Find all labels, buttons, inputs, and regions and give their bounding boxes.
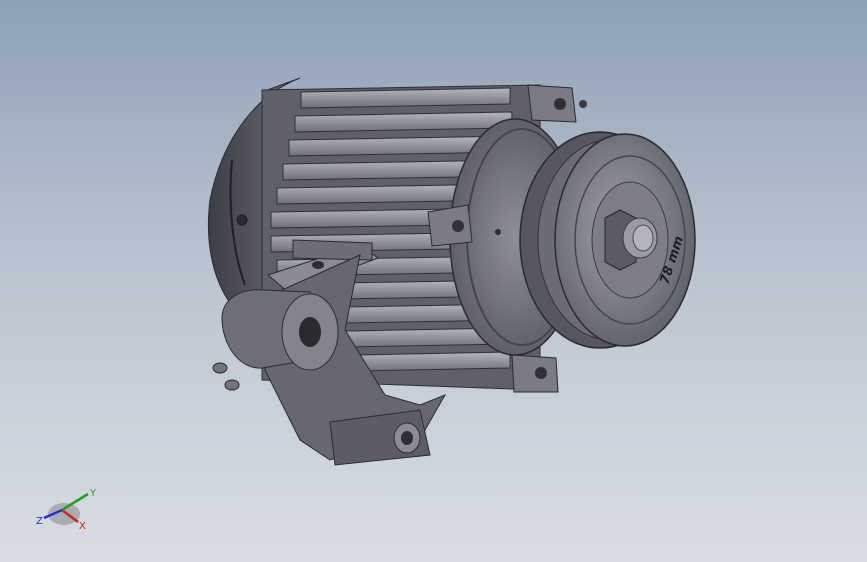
y-axis-label: Y: [89, 488, 97, 499]
flange-mounting-ear-top: [527, 84, 587, 123]
view-orientation-triad[interactable]: X Y Z: [30, 482, 110, 537]
flange-mounting-ear-bottom: [511, 354, 559, 393]
z-axis-label: Z: [36, 516, 43, 527]
graphics-viewport[interactable]: 78 mm X Y Z: [0, 0, 867, 562]
motor-model[interactable]: 78 mm: [0, 0, 867, 562]
flange-mounting-ear-mid: [427, 204, 473, 247]
foot-boss: [221, 289, 339, 371]
cooling-fin: [300, 87, 511, 109]
cable-gland: [212, 362, 240, 391]
x-axis-label: X: [79, 521, 86, 532]
cooling-fin: [294, 111, 513, 133]
